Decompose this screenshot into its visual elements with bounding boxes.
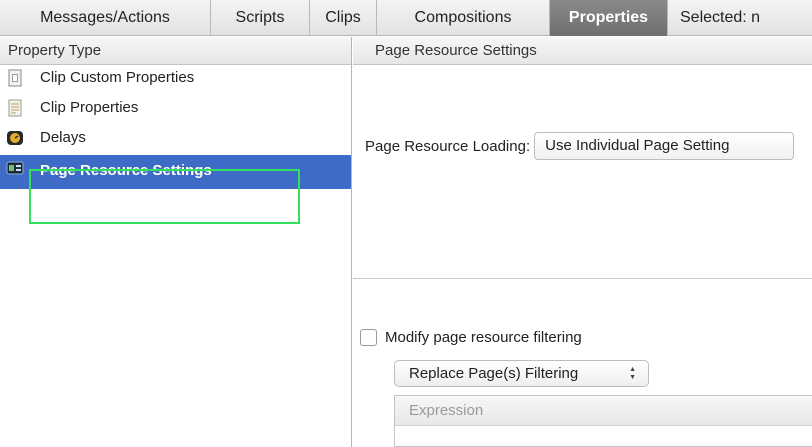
tab-properties[interactable]: Properties <box>550 0 668 36</box>
modify-filtering-row: Modify page resource filtering <box>360 329 582 346</box>
expression-table[interactable]: Expression <box>394 395 812 447</box>
modify-filtering-checkbox[interactable] <box>360 329 377 346</box>
property-type-list: Clip Custom Properties Clip Properties D… <box>0 65 351 189</box>
tab-bar: Messages/Actions Scripts Clips Compositi… <box>0 0 812 36</box>
tab-clips[interactable]: Clips <box>310 0 377 36</box>
property-type-pane: Property Type Clip Custom Properties Cli… <box>0 37 352 447</box>
clock-icon <box>7 131 23 145</box>
list-item-clip-properties[interactable]: Clip Properties <box>0 95 351 125</box>
tab-selected[interactable]: Selected: n <box>668 0 812 36</box>
document-icon <box>8 69 22 87</box>
up-down-arrows-icon: ▲ ▼ <box>629 365 636 381</box>
tab-scripts[interactable]: Scripts <box>211 0 310 36</box>
filtering-mode-select[interactable]: Replace Page(s) Filtering ▲ ▼ <box>394 360 649 387</box>
tab-compositions[interactable]: Compositions <box>377 0 550 36</box>
expression-column-header: Expression <box>395 396 812 426</box>
page-resource-loading-select[interactable]: Use Individual Page Setting <box>534 132 795 160</box>
list-item-label: Clip Custom Properties <box>40 69 195 86</box>
list-item-label: Delays <box>40 129 86 146</box>
list-item-label: Clip Properties <box>40 99 139 116</box>
page-resource-loading-row: Page Resource Loading: Use Individual Pa… <box>365 132 795 160</box>
list-item-page-resource-settings[interactable]: Page Resource Settings <box>0 155 351 189</box>
list-item-clip-custom-properties[interactable]: Clip Custom Properties <box>0 65 351 95</box>
settings-header: Page Resource Settings <box>353 37 812 65</box>
page-resource-icon <box>6 161 24 175</box>
filtering-mode-value: Replace Page(s) Filtering <box>409 365 579 382</box>
property-type-header: Property Type <box>0 37 351 65</box>
tab-messages-actions[interactable]: Messages/Actions <box>0 0 211 36</box>
section-divider <box>353 278 812 279</box>
modify-filtering-label[interactable]: Modify page resource filtering <box>385 329 582 346</box>
list-item-label: Page Resource Settings <box>40 162 212 179</box>
list-document-icon <box>8 99 22 117</box>
page-resource-loading-label: Page Resource Loading: <box>365 137 531 155</box>
page-resource-settings-pane: Page Resource Settings Page Resource Loa… <box>353 37 812 447</box>
list-item-delays[interactable]: Delays <box>0 125 351 155</box>
